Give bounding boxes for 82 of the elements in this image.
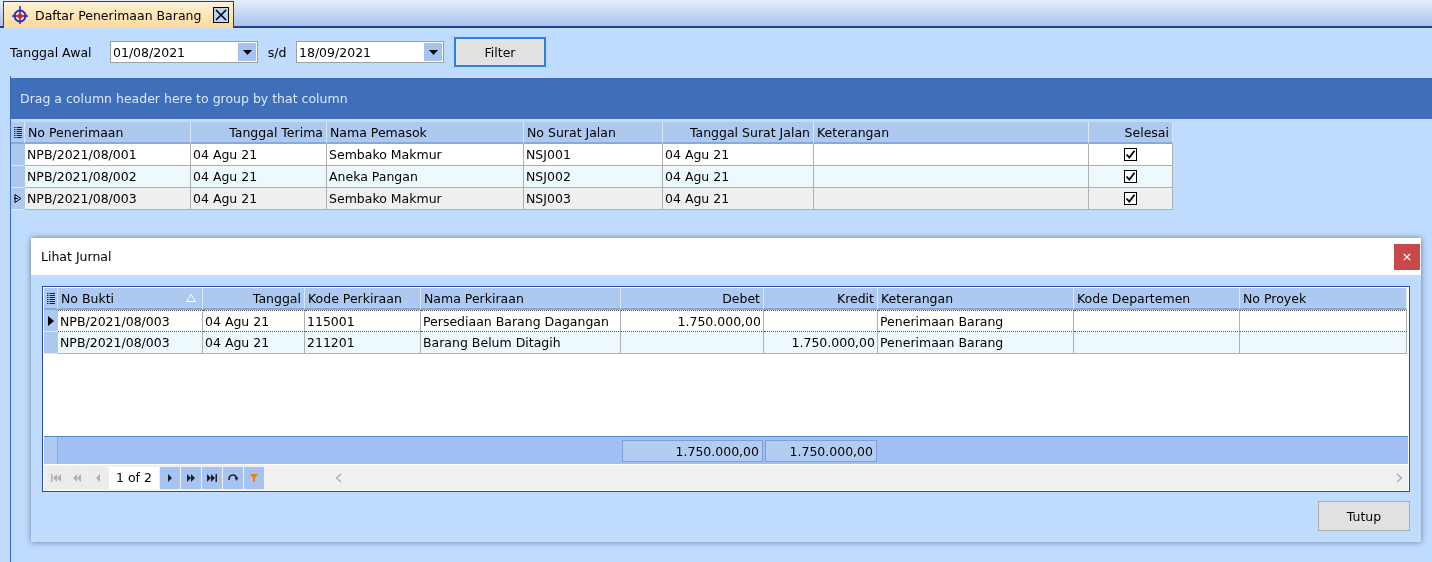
table-cell: 04 Agu 21: [663, 144, 814, 166]
column-header[interactable]: Selesai: [1089, 122, 1173, 144]
table-cell: 04 Agu 21: [663, 188, 814, 210]
column-header[interactable]: Tanggal Terima: [191, 122, 327, 144]
table-cell: Sembako Makmur: [327, 188, 524, 210]
table-cell: 1.750.000,00: [621, 310, 764, 332]
current-row-icon: [48, 315, 54, 326]
column-header[interactable]: Keterangan: [878, 288, 1074, 310]
dropdown-icon: [428, 49, 438, 55]
table-cell: 1.750.000,00: [764, 332, 878, 354]
total-value: 1.750.000,00: [765, 439, 877, 462]
last-icon: [206, 472, 218, 483]
next-page-icon: [185, 472, 197, 483]
close-dialog-button[interactable]: Tutup: [1318, 501, 1410, 531]
table-cell: 04 Agu 21: [191, 188, 327, 210]
last-button[interactable]: [202, 466, 222, 489]
close-icon: [215, 9, 228, 21]
table-cell: 211201: [305, 332, 421, 354]
footer-row-header: [44, 437, 58, 464]
checkbox[interactable]: [1124, 148, 1137, 161]
close-button[interactable]: ×: [1394, 243, 1420, 270]
table-cell: 04 Agu 21: [191, 166, 327, 188]
table-cell: NPB/2021/08/002: [25, 166, 191, 188]
column-header[interactable]: No Surat Jalan: [524, 122, 663, 144]
dropdown-icon: [242, 49, 252, 55]
column-header[interactable]: No Proyek: [1240, 288, 1407, 310]
table-cell: Persediaan Barang Dagangan: [421, 310, 621, 332]
column-header[interactable]: Keterangan: [814, 122, 1089, 144]
column-chooser-icon[interactable]: [46, 292, 55, 304]
filter-button[interactable]: Filter: [454, 37, 546, 67]
next-button[interactable]: [160, 466, 180, 489]
table-cell: 04 Agu 21: [191, 144, 327, 166]
checkbox[interactable]: [1124, 192, 1137, 205]
column-header[interactable]: Nama Perkiraan: [421, 288, 621, 310]
refresh-icon: [227, 472, 239, 483]
table-cell: NSJ002: [524, 166, 663, 188]
current-row-icon: [14, 194, 22, 203]
start-date-label: Tanggal Awal: [10, 44, 93, 60]
column-header[interactable]: No Bukti: [58, 288, 203, 310]
dialog-title: Lihat Jurnal: [41, 249, 112, 264]
table-cell: Penerimaan Barang: [878, 310, 1074, 332]
group-hint: Drag a column header here to group by that column: [20, 91, 348, 106]
first-icon: [50, 472, 62, 483]
target-icon: [11, 6, 29, 24]
table-cell: NPB/2021/08/003: [25, 188, 191, 210]
table-cell: 04 Agu 21: [203, 310, 305, 332]
column-label: No Bukti: [61, 291, 115, 308]
row-indicator[interactable]: [44, 310, 58, 332]
table-cell: NPB/2021/08/003: [58, 310, 203, 332]
table-cell: NSJ003: [524, 188, 663, 210]
table-cell: 04 Agu 21: [203, 332, 305, 354]
column-header[interactable]: Kode Departemen: [1074, 288, 1240, 310]
close-tab-button[interactable]: [213, 7, 230, 23]
next-page-button[interactable]: [181, 466, 201, 489]
column-header[interactable]: Tanggal Surat Jalan: [663, 122, 814, 144]
table-cell: Barang Belum Ditagih: [421, 332, 621, 354]
column-chooser-icon[interactable]: [13, 126, 22, 138]
refresh-button[interactable]: [223, 466, 243, 489]
table-cell: 04 Agu 21: [663, 166, 814, 188]
column-header[interactable]: No Penerimaan: [25, 122, 191, 144]
table-cell: NPB/2021/08/001: [25, 144, 191, 166]
row-indicator[interactable]: [11, 188, 25, 210]
date-range-separator: s/d: [266, 44, 288, 60]
start-date-field[interactable]: 01/08/2021: [110, 41, 258, 63]
document-tab[interactable]: Daftar Penerimaan Barang: [3, 1, 235, 28]
prev-page-icon: [71, 472, 83, 483]
table-cell: Penerimaan Barang: [878, 332, 1074, 354]
end-date-field[interactable]: 18/09/2021: [296, 41, 444, 63]
table-cell: NPB/2021/08/003: [58, 332, 203, 354]
funnel-icon: [248, 472, 260, 483]
page-position: 1 of 2: [109, 466, 159, 489]
table-cell: Sembako Makmur: [327, 144, 524, 166]
column-header[interactable]: Kredit: [764, 288, 878, 310]
table-cell: NSJ001: [524, 144, 663, 166]
column-header[interactable]: Kode Perkiraan: [305, 288, 421, 310]
checkbox[interactable]: [1124, 170, 1137, 183]
table-cell: 115001: [305, 310, 421, 332]
column-header[interactable]: Nama Pemasok: [327, 122, 524, 144]
total-value: 1.750.000,00: [622, 439, 763, 462]
column-header[interactable]: Tanggal: [203, 288, 305, 310]
column-header[interactable]: Debet: [621, 288, 764, 310]
table-cell: Aneka Pangan: [327, 166, 524, 188]
